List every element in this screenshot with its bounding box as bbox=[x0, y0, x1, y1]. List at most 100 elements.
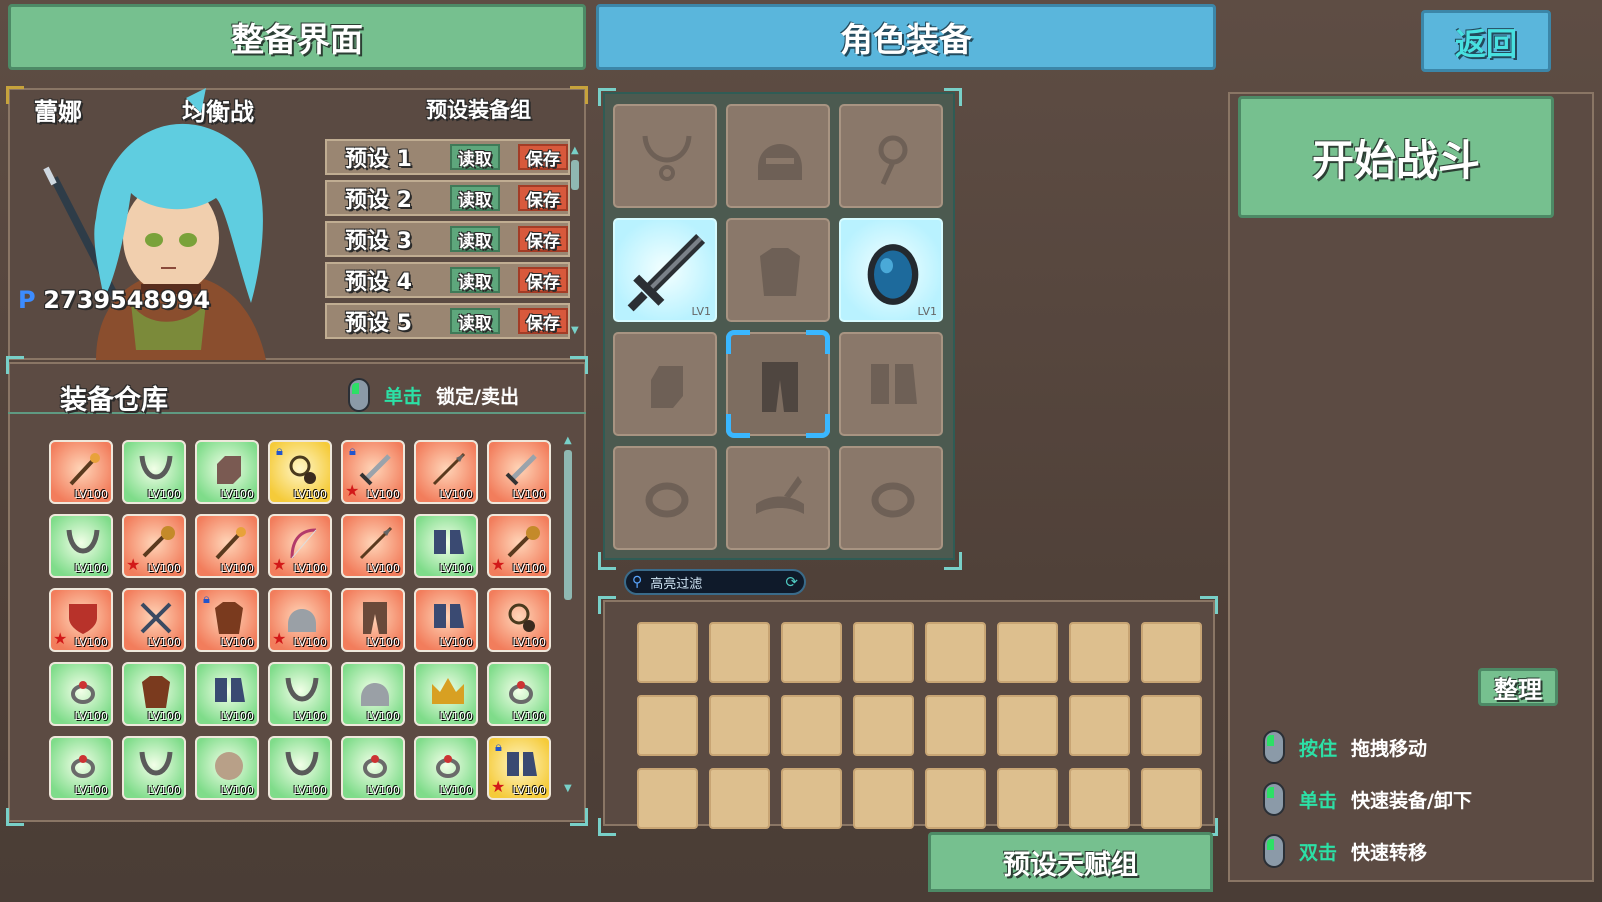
bag-slot[interactable] bbox=[925, 695, 986, 756]
filter-input[interactable]: 高亮过滤 bbox=[650, 573, 702, 592]
slot-gloves[interactable] bbox=[613, 332, 717, 436]
warehouse-item[interactable]: LV100 bbox=[487, 440, 551, 504]
warehouse-item[interactable]: LV100 bbox=[414, 662, 478, 726]
warehouse-item[interactable]: LV100 bbox=[414, 736, 478, 800]
slot-boots[interactable] bbox=[839, 332, 943, 436]
preset-read-button[interactable]: 读取 bbox=[449, 185, 500, 211]
slot-ring-left[interactable] bbox=[613, 446, 717, 550]
warehouse-item[interactable]: LV100 bbox=[49, 514, 113, 578]
bag-slot[interactable] bbox=[1141, 768, 1202, 829]
warehouse-item[interactable]: LV100 bbox=[487, 588, 551, 652]
slot-weapon[interactable]: LV1 bbox=[613, 218, 717, 322]
warehouse-item[interactable]: LV100 bbox=[122, 736, 186, 800]
slot-offhand[interactable]: LV1 bbox=[839, 218, 943, 322]
warehouse-item[interactable]: 🔒︎ ★ LV100 bbox=[341, 440, 405, 504]
warehouse-item[interactable]: LV100 bbox=[195, 736, 259, 800]
bag-slot[interactable] bbox=[997, 622, 1058, 683]
warehouse-item[interactable]: LV100 bbox=[414, 588, 478, 652]
scroll-thumb[interactable] bbox=[564, 450, 572, 600]
talent-preset-tab[interactable]: 预设天赋组 bbox=[928, 832, 1213, 892]
preset-read-button[interactable]: 读取 bbox=[449, 144, 500, 170]
warehouse-item[interactable]: LV100 bbox=[414, 440, 478, 504]
preset-read-button[interactable]: 读取 bbox=[449, 267, 500, 293]
bag-slot[interactable] bbox=[781, 622, 842, 683]
refresh-icon[interactable]: ⟳ bbox=[785, 573, 798, 591]
warehouse-item[interactable]: 🔒︎ LV100 bbox=[268, 440, 332, 504]
slot-legs[interactable] bbox=[726, 330, 830, 438]
warehouse-item[interactable]: ★ LV100 bbox=[49, 588, 113, 652]
back-button-label: 返回 bbox=[1455, 26, 1517, 63]
warehouse-item[interactable]: LV100 bbox=[122, 662, 186, 726]
warehouse-item[interactable]: LV100 bbox=[414, 514, 478, 578]
warehouse-item[interactable]: LV100 bbox=[195, 662, 259, 726]
warehouse-item[interactable]: LV100 bbox=[341, 736, 405, 800]
bag-slot[interactable] bbox=[781, 768, 842, 829]
warehouse-item[interactable]: LV100 bbox=[49, 440, 113, 504]
bag-slot[interactable] bbox=[709, 622, 770, 683]
bag-slot[interactable] bbox=[1069, 695, 1130, 756]
bag-slot[interactable] bbox=[853, 622, 914, 683]
necklace-icon bbox=[285, 751, 319, 776]
slot-necklace[interactable] bbox=[613, 104, 717, 208]
bag-slot[interactable] bbox=[1141, 695, 1202, 756]
bag-slot[interactable] bbox=[709, 695, 770, 756]
preset-save-button[interactable]: 保存 bbox=[517, 144, 568, 170]
preset-read-button[interactable]: 读取 bbox=[449, 226, 500, 252]
bag-slot[interactable] bbox=[1069, 768, 1130, 829]
bag-slot[interactable] bbox=[1141, 622, 1202, 683]
warehouse-item[interactable]: LV100 bbox=[49, 736, 113, 800]
warehouse-item[interactable]: LV100 bbox=[268, 736, 332, 800]
scroll-down-icon[interactable]: ▼ bbox=[564, 783, 572, 794]
slot-ring-right[interactable] bbox=[839, 446, 943, 550]
preset-read-button[interactable]: 读取 bbox=[449, 308, 500, 334]
preset-save-button[interactable]: 保存 bbox=[517, 226, 568, 252]
preset-save-button[interactable]: 保存 bbox=[517, 267, 568, 293]
scroll-up-icon[interactable]: ▲ bbox=[571, 146, 581, 156]
warehouse-item[interactable]: ★ LV100 bbox=[268, 588, 332, 652]
slot-amulet[interactable] bbox=[839, 104, 943, 208]
bag-slot[interactable] bbox=[997, 695, 1058, 756]
scroll-up-icon[interactable]: ▲ bbox=[564, 436, 574, 446]
sort-button[interactable]: 整理 bbox=[1478, 668, 1558, 706]
preset-save-button[interactable]: 保存 bbox=[517, 185, 568, 211]
slot-helmet[interactable] bbox=[726, 104, 830, 208]
warehouse-item[interactable]: ★ LV100 bbox=[268, 514, 332, 578]
bag-slot[interactable] bbox=[853, 768, 914, 829]
star-icon: ★ bbox=[53, 629, 68, 648]
warehouse-item[interactable]: LV100 bbox=[341, 662, 405, 726]
slot-belt[interactable] bbox=[726, 446, 830, 550]
warehouse-item[interactable]: LV100 bbox=[268, 662, 332, 726]
preset-save-button[interactable]: 保存 bbox=[517, 308, 568, 334]
bag-slot[interactable] bbox=[637, 695, 698, 756]
warehouse-item[interactable]: ★ LV100 bbox=[122, 514, 186, 578]
corner-ornament bbox=[944, 552, 962, 570]
scroll-thumb[interactable] bbox=[571, 160, 579, 190]
warehouse-item[interactable]: LV100 bbox=[487, 662, 551, 726]
bag-slot[interactable] bbox=[925, 622, 986, 683]
scroll-down-icon[interactable]: ▼ bbox=[571, 325, 579, 336]
preset-scrollbar[interactable]: ▲ ▼ bbox=[571, 146, 581, 336]
bag-slot[interactable] bbox=[925, 768, 986, 829]
slot-armor[interactable] bbox=[726, 218, 830, 322]
warehouse-item[interactable]: LV100 bbox=[195, 514, 259, 578]
warehouse-item[interactable]: ★ LV100 bbox=[487, 514, 551, 578]
start-battle-button[interactable]: 开始战斗 bbox=[1238, 96, 1554, 218]
bag-slot[interactable] bbox=[781, 695, 842, 756]
bag-slot[interactable] bbox=[853, 695, 914, 756]
warehouse-item[interactable]: LV100 bbox=[49, 662, 113, 726]
bag-slot[interactable] bbox=[1069, 622, 1130, 683]
bag-slot[interactable] bbox=[637, 622, 698, 683]
bag-slot[interactable] bbox=[709, 768, 770, 829]
warehouse-item[interactable]: LV100 bbox=[341, 588, 405, 652]
bag-slot[interactable] bbox=[997, 768, 1058, 829]
warehouse-item[interactable]: LV100 bbox=[341, 514, 405, 578]
warehouse-item[interactable]: 🔒︎ LV100 bbox=[195, 588, 259, 652]
warehouse-item[interactable]: LV100 bbox=[195, 440, 259, 504]
warehouse-item[interactable]: 🔒︎ ★ LV100 bbox=[487, 736, 551, 800]
warehouse-item[interactable]: LV100 bbox=[122, 588, 186, 652]
warehouse-scrollbar[interactable]: ▲ ▼ bbox=[564, 436, 574, 794]
bag-slot[interactable] bbox=[637, 768, 698, 829]
highlight-filter[interactable]: ⚲ 高亮过滤 ⟳ bbox=[624, 569, 806, 595]
warehouse-item[interactable]: LV100 bbox=[122, 440, 186, 504]
back-button[interactable]: 返回 bbox=[1421, 10, 1551, 72]
